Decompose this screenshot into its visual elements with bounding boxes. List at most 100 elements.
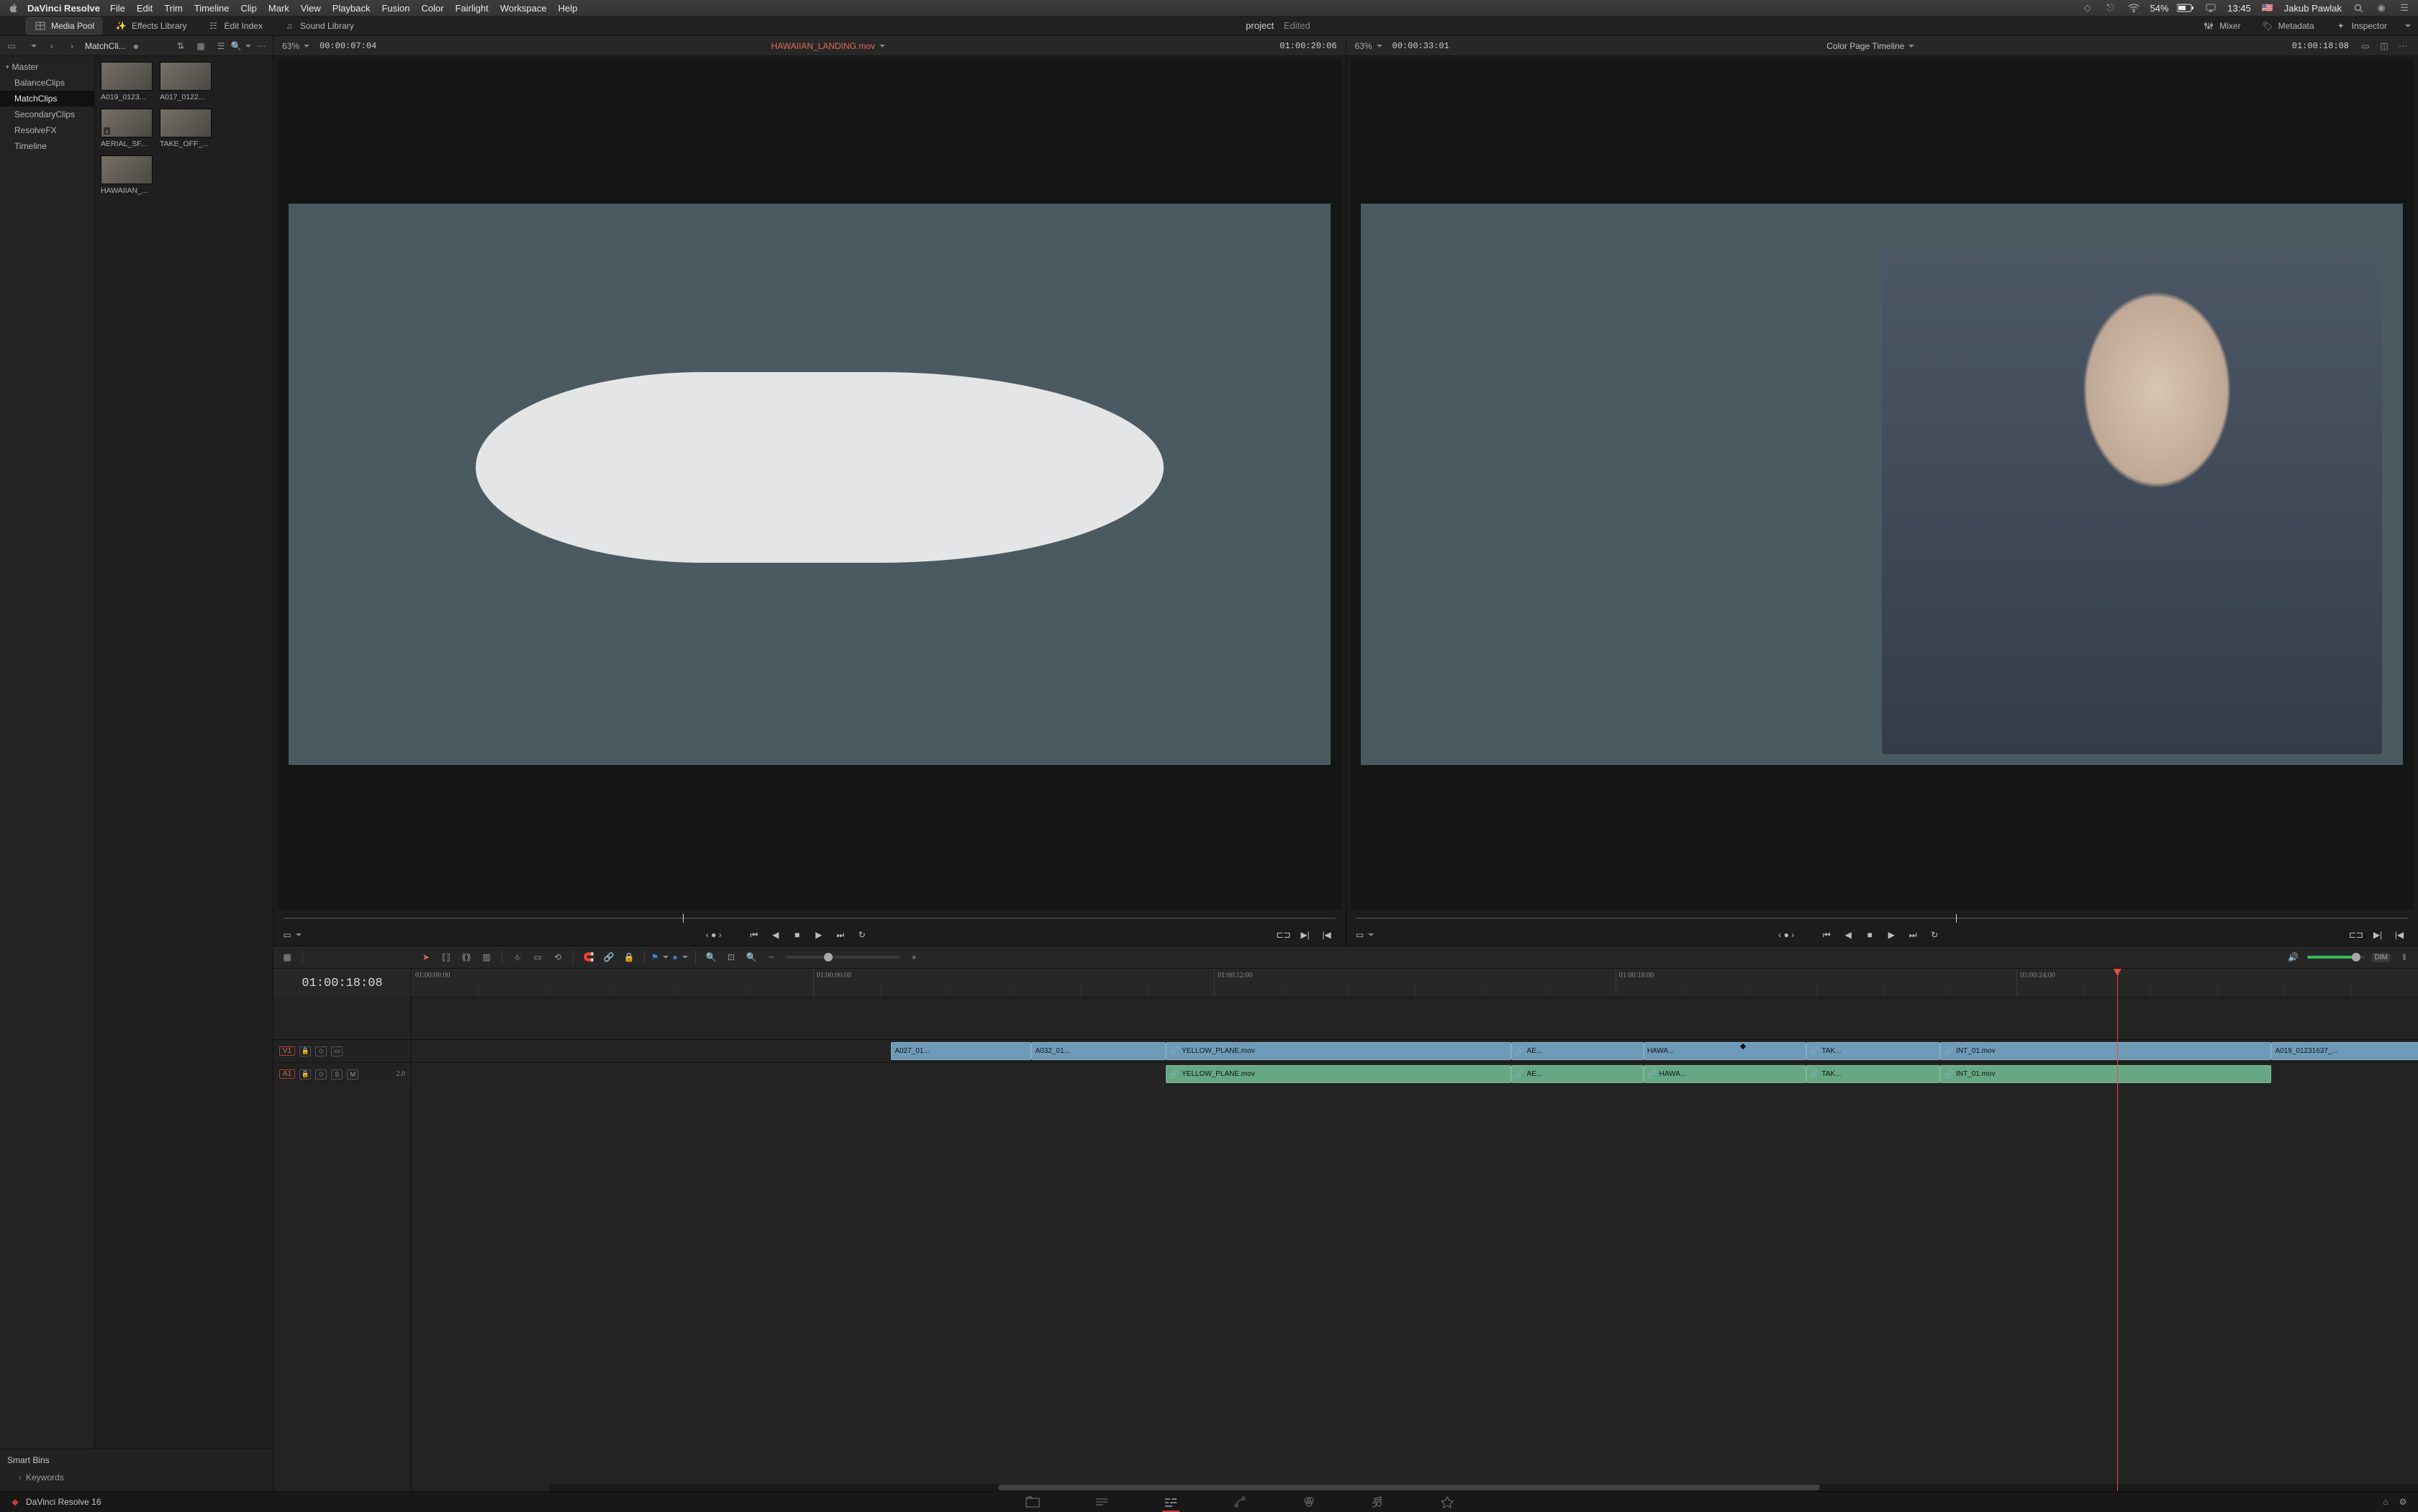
page-media[interactable] [1020, 1492, 1046, 1512]
timeline-canvas[interactable]: 01:00:00:0001:00:06:0001:00:12:0001:00:1… [412, 969, 2418, 1491]
timeline-clip[interactable]: A027_01... [891, 1042, 1031, 1060]
insert-icon[interactable]: ⎀ [511, 951, 524, 964]
source-scrubber[interactable] [284, 913, 1336, 924]
toolbar-overflow[interactable] [2399, 19, 2412, 32]
a1-auto-icon[interactable]: ◇ [315, 1069, 327, 1079]
menu-trim[interactable]: Trim [164, 3, 183, 14]
zoom-in-icon[interactable]: 🔍 [745, 951, 758, 964]
program-viewer[interactable] [1351, 59, 2414, 910]
project-settings-icon[interactable]: ⚙ [2396, 1495, 2409, 1508]
timeline-clip[interactable]: 🔗HAWA... [1644, 1065, 1806, 1083]
menubar-user[interactable]: Jakub Pawlak [2284, 3, 2342, 14]
timeline-clip[interactable]: 🔗AE... [1511, 1065, 1644, 1083]
spotlight-icon[interactable] [2352, 1, 2365, 14]
sound-library-toggle[interactable]: ♫ Sound Library [275, 17, 362, 35]
single-viewer-icon[interactable]: ▭ [2359, 40, 2372, 53]
a1-lock-icon[interactable]: 🔒 [299, 1069, 311, 1079]
volume-slider[interactable] [2307, 956, 2365, 959]
source-zoom[interactable]: 63% [282, 41, 309, 51]
timeline-clip[interactable]: 🔗INT_01.mov [1940, 1065, 2271, 1083]
bin-options-icon[interactable]: ⋯ [254, 39, 268, 53]
program-scrubber[interactable] [1357, 913, 2409, 924]
menu-clip[interactable]: Clip [240, 3, 256, 14]
program-next-edit-icon[interactable]: ▶| [2369, 927, 2386, 943]
bin-back-icon[interactable]: ‹ [45, 39, 59, 53]
source-next-edit-icon[interactable]: ▶| [1297, 927, 1314, 943]
edit-index-toggle[interactable]: ☷ Edit Index [199, 17, 271, 35]
clip-thumb[interactable]: HAWAIIAN_... [101, 155, 153, 195]
timeline-clip[interactable]: 🔗AE... [1511, 1042, 1644, 1060]
match-frame-icon[interactable]: ‹ ● › [705, 927, 723, 943]
go-last-icon[interactable]: ⏭ [832, 927, 849, 943]
siri-icon[interactable]: ◉ [2375, 1, 2388, 14]
audio-meters-icon[interactable]: ‖ [2398, 951, 2411, 964]
page-cut[interactable] [1089, 1492, 1115, 1512]
program-zoom[interactable]: 63% [1355, 41, 1382, 51]
program-go-first-icon[interactable]: ⏮ [1818, 927, 1835, 943]
menu-file[interactable]: File [110, 3, 125, 14]
grid-view-icon[interactable]: ▦ [194, 39, 208, 53]
trim-tool-icon[interactable]: ⟦⟧ [440, 951, 453, 964]
arrow-tool-icon[interactable]: ➤ [420, 951, 433, 964]
menubar-clock[interactable]: 13:45 [2227, 3, 2251, 14]
program-match-frame-icon[interactable]: ‹ ● › [1778, 927, 1795, 943]
program-step-back-icon[interactable]: ◀ [1839, 927, 1857, 943]
dual-viewer-icon[interactable]: ◫ [2378, 40, 2391, 53]
track-header-a1[interactable]: A1 🔒 ◇ S M 2.0 [273, 1062, 411, 1085]
bin-layout-menu[interactable] [24, 39, 39, 53]
bin-master[interactable]: ▾Master [0, 59, 94, 75]
viewer-options-icon[interactable]: ⋯ [2396, 40, 2409, 53]
flag-icon[interactable]: 🇺🇸 [2261, 1, 2274, 14]
inspector-toggle[interactable]: ✦ Inspector [2327, 17, 2395, 35]
replace-icon[interactable]: ⟲ [551, 951, 564, 964]
mute-icon[interactable]: 🔊 [2287, 951, 2300, 964]
diamond-icon[interactable]: ◇ [2081, 1, 2094, 14]
dim-button[interactable]: DIM [2372, 953, 2391, 962]
app-name[interactable]: DaVinci Resolve [27, 3, 100, 14]
snapping-icon[interactable]: 🧲 [582, 951, 595, 964]
a1-mute-icon[interactable]: M [347, 1069, 358, 1079]
overwrite-icon[interactable]: ▭ [531, 951, 544, 964]
menu-view[interactable]: View [301, 3, 321, 14]
menu-edit[interactable]: Edit [137, 3, 153, 14]
timeline-clip[interactable]: 🔗TAK... [1806, 1042, 1941, 1060]
menu-color[interactable]: Color [421, 3, 443, 14]
media-pool-toggle[interactable]: Media Pool [26, 17, 102, 35]
bin-matchclips[interactable]: MatchClips [0, 91, 94, 107]
zoom-out-icon[interactable]: 🔍 [705, 951, 717, 964]
source-inout-icon[interactable]: ⊏⊐ [1275, 927, 1292, 943]
mixer-toggle[interactable]: Mixer [2194, 17, 2248, 35]
a1-solo-icon[interactable]: S [331, 1069, 343, 1079]
menu-timeline[interactable]: Timeline [194, 3, 230, 14]
menu-fairlight[interactable]: Fairlight [456, 3, 489, 14]
clip-thumb[interactable]: A019_0123... [101, 62, 153, 101]
sort-icon[interactable]: ⇅ [173, 39, 188, 53]
blade-tool-icon[interactable]: ▥ [480, 951, 493, 964]
lock-icon[interactable]: 🔒 [622, 951, 635, 964]
clip-thumb[interactable]: A017_0122... [160, 62, 212, 101]
menu-playback[interactable]: Playback [332, 3, 371, 14]
clip-thumb[interactable]: TAKE_OFF_... [160, 109, 212, 148]
marker-menu-icon[interactable]: ● [674, 951, 687, 964]
v1-enable-icon[interactable]: ▭ [331, 1046, 343, 1056]
page-deliver[interactable] [1434, 1492, 1460, 1512]
link-icon[interactable]: 🔗 [602, 951, 615, 964]
notifications-icon[interactable]: ☰ [2398, 1, 2411, 14]
home-icon[interactable]: ◆ [9, 1495, 22, 1508]
playhead[interactable] [2117, 969, 2118, 1491]
track-header-v1[interactable]: V1 🔒 ◇ ▭ [273, 1039, 411, 1062]
flag-menu-icon[interactable]: ⚑ [653, 951, 666, 964]
effects-library-toggle[interactable]: ✨ Effects Library [107, 17, 194, 35]
program-prev-edit-icon[interactable]: |◀ [2391, 927, 2408, 943]
zoom-fit-icon[interactable]: ⊡ [725, 951, 738, 964]
timeline-timecode[interactable]: 01:00:18:08 [273, 969, 411, 997]
timeline-clip[interactable]: HAWA... [1644, 1042, 1806, 1060]
sync-icon[interactable]: ⎋ [2104, 1, 2117, 14]
menu-workspace[interactable]: Workspace [500, 3, 547, 14]
loop-icon[interactable]: ↻ [853, 927, 871, 943]
bin-secondaryclips[interactable]: SecondaryClips [0, 107, 94, 122]
program-stop-icon[interactable]: ■ [1861, 927, 1878, 943]
bin-forward-icon[interactable]: › [65, 39, 79, 53]
zoom-slider[interactable] [785, 956, 900, 959]
timeline-clip[interactable]: 🔗YELLOW_PLANE.mov [1166, 1065, 1511, 1083]
